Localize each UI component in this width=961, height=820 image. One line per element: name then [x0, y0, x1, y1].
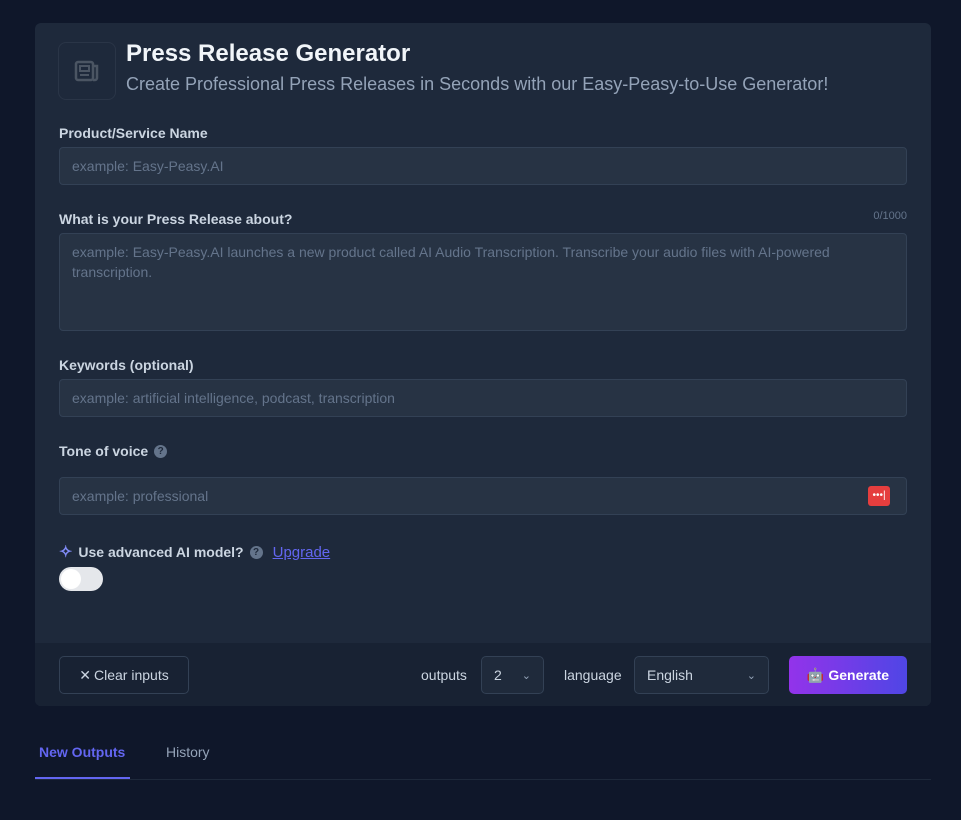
chevron-down-icon: ⌄ [746, 669, 756, 682]
keywords-label: Keywords (optional) [59, 357, 194, 373]
sparkles-icon: ✧ [59, 544, 73, 561]
tab-history[interactable]: History [166, 744, 210, 760]
outputs-label: outputs [421, 667, 467, 683]
language-label: language [564, 667, 622, 683]
keywords-input[interactable]: example: artificial intelligence, podcas… [59, 379, 907, 417]
page-subtitle: Create Professional Press Releases in Se… [126, 74, 829, 94]
advanced-row: ✧ Use advanced AI model? ? Upgrade [59, 542, 330, 562]
advanced-toggle[interactable] [59, 567, 103, 591]
about-label: What is your Press Release about? [59, 211, 293, 227]
generate-button[interactable]: 🤖 Generate [789, 656, 907, 694]
generator-card: Press Release Generator Create Professio… [35, 23, 931, 706]
clear-inputs-button[interactable]: ✕ Clear inputs [59, 656, 189, 694]
char-counter: 0/1000 [873, 210, 907, 222]
about-textarea[interactable]: example: Easy-Peasy.AI launches a new pr… [59, 233, 907, 331]
action-bar: ✕ Clear inputs outputs 2 ⌄ language Englis… [35, 643, 931, 706]
password-manager-icon[interactable]: •••| [868, 486, 890, 506]
tone-input[interactable]: example: professional •••| [59, 477, 907, 515]
tone-placeholder: example: professional [72, 488, 209, 504]
tone-label: Tone of voice? [59, 443, 168, 459]
language-select[interactable]: English ⌄ [634, 656, 769, 694]
output-tabs: New Outputs History [35, 730, 931, 780]
clear-inputs-label: Clear inputs [94, 667, 169, 683]
help-icon[interactable]: ? [154, 444, 168, 458]
tone-label-text: Tone of voice [59, 443, 149, 459]
outputs-value: 2 [494, 667, 502, 683]
generate-label: Generate [828, 667, 890, 683]
tab-new-outputs[interactable]: New Outputs [39, 744, 125, 760]
product-name-input[interactable]: example: Easy-Peasy.AI [59, 147, 907, 185]
help-icon[interactable]: ? [249, 545, 263, 559]
robot-icon: 🤖 [806, 666, 825, 683]
outputs-select[interactable]: 2 ⌄ [481, 656, 544, 694]
advanced-label: Use advanced AI model? [78, 544, 244, 560]
active-tab-indicator [35, 777, 130, 779]
upgrade-link[interactable]: Upgrade [273, 544, 331, 561]
newspaper-icon [58, 42, 116, 100]
page-title: Press Release Generator [126, 40, 411, 67]
chevron-down-icon: ⌄ [521, 669, 531, 682]
name-label: Product/Service Name [59, 125, 208, 141]
language-value: English [647, 667, 693, 683]
close-icon: ✕ [79, 666, 92, 683]
